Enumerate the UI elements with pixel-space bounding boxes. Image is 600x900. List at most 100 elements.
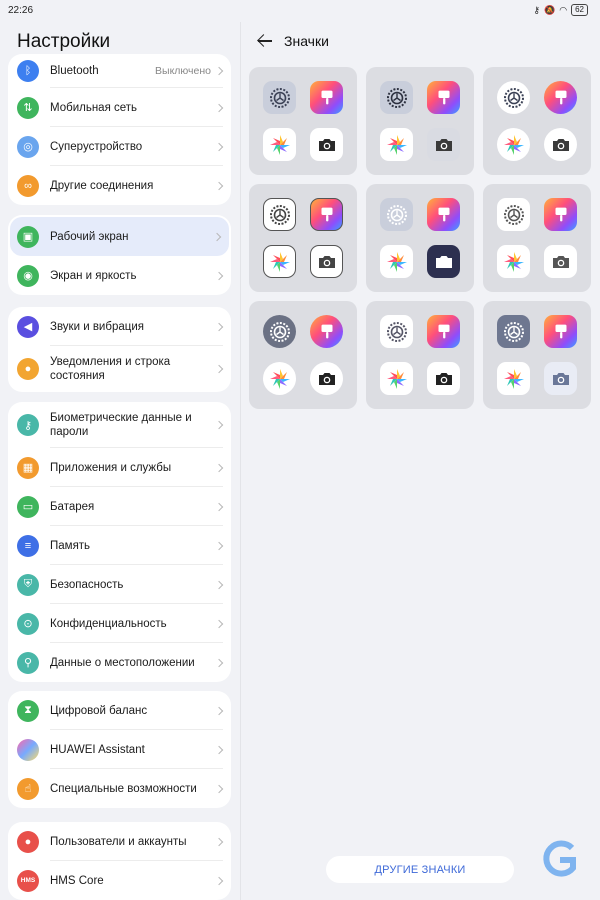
- chevron-right-icon: [214, 541, 224, 550]
- settings-item-label: Звуки и вибрация: [50, 320, 144, 333]
- storage-icon: ≡: [17, 534, 39, 557]
- camera-icon: [310, 362, 343, 395]
- settings-item-display-brightness[interactable]: ◉ Экран и яркость: [8, 256, 231, 295]
- themes-brush-icon: [544, 198, 577, 231]
- chevron-right-icon: [214, 322, 224, 331]
- chevron-right-icon: [214, 837, 224, 846]
- chevron-right-icon: [214, 420, 224, 430]
- chevron-right-icon: [214, 181, 224, 190]
- settings-item-hms-core[interactable]: HMS HMS Core: [8, 861, 231, 900]
- themes-brush-icon: [544, 315, 577, 348]
- camera-icon: [310, 128, 343, 161]
- chevron-right-icon: [214, 66, 224, 76]
- gallery-flower-icon: [263, 245, 296, 278]
- icon-theme-option[interactable]: [483, 301, 591, 409]
- settings-item-mobile-network[interactable]: ⇅ Мобильная сеть: [8, 88, 231, 127]
- settings-item-users-accounts[interactable]: ● Пользователи и аккаунты: [8, 822, 231, 861]
- camera-icon: [427, 362, 460, 395]
- settings-item-privacy[interactable]: ⊙ Конфиденциальность: [8, 604, 231, 643]
- settings-item-home-screen[interactable]: ▣ Рабочий экран: [10, 217, 229, 256]
- settings-item-label: Цифровой баланс: [50, 704, 148, 717]
- gallery-flower-icon: [497, 245, 530, 278]
- wifi-icon: ◠: [559, 4, 568, 15]
- themes-brush-icon: [310, 315, 343, 348]
- camera-icon: [544, 128, 577, 161]
- user-icon: ●: [17, 830, 39, 853]
- themes-brush-icon: [427, 81, 460, 114]
- hms-icon: HMS: [17, 869, 39, 892]
- settings-group-system: ⚷ Биометрические данные и пароли ▦ Прило…: [8, 402, 231, 682]
- status-icons: ⚷ 🔕 ◠ 62: [533, 4, 588, 16]
- icons-header: Значки: [256, 32, 329, 50]
- settings-item-bluetooth[interactable]: ᛒ Bluetooth Выключено: [8, 54, 231, 88]
- settings-group-wellbeing: ⧗ Цифровой баланс HUAWEI Assistant ☝ Спе…: [8, 691, 231, 808]
- icon-theme-option[interactable]: [366, 301, 474, 409]
- location-pin-icon: ⚲: [17, 651, 39, 674]
- super-device-icon: ◎: [17, 135, 39, 158]
- settings-item-other-connections[interactable]: ∞ Другие соединения: [8, 166, 231, 205]
- icon-theme-option[interactable]: [249, 184, 357, 292]
- settings-item-label: Рабочий экран: [50, 230, 129, 243]
- page-title: Настройки: [17, 31, 111, 52]
- settings-item-digital-balance[interactable]: ⧗ Цифровой баланс: [8, 691, 231, 730]
- settings-item-accessibility[interactable]: ☝ Специальные возможности: [8, 769, 231, 808]
- icon-theme-option[interactable]: [483, 184, 591, 292]
- gallery-flower-icon: [380, 362, 413, 395]
- settings-group-accounts: ● Пользователи и аккаунты HMS HMS Core: [8, 822, 231, 900]
- back-arrow-icon[interactable]: [256, 32, 274, 50]
- assistant-icon: [17, 738, 39, 761]
- settings-item-label: Экран и яркость: [50, 269, 137, 282]
- settings-item-label: Конфиденциальность: [50, 617, 167, 630]
- more-icons-button[interactable]: ДРУГИЕ ЗНАЧКИ: [326, 856, 514, 883]
- settings-gear-icon: [263, 315, 296, 348]
- settings-item-huawei-assistant[interactable]: HUAWEI Assistant: [8, 730, 231, 769]
- section-title: Значки: [284, 33, 329, 49]
- settings-group-connectivity: ᛒ Bluetooth Выключено ⇅ Мобильная сеть ◎…: [8, 54, 231, 205]
- gallery-flower-icon: [263, 128, 296, 161]
- settings-item-super-device[interactable]: ◎ Суперустройство: [8, 127, 231, 166]
- chevron-right-icon: [214, 658, 224, 667]
- icon-theme-option[interactable]: [249, 67, 357, 175]
- settings-item-label: Биометрические данные и пароли: [50, 412, 192, 438]
- gallery-flower-icon: [497, 128, 530, 161]
- icon-theme-option[interactable]: [483, 67, 591, 175]
- settings-gear-icon: [380, 81, 413, 114]
- themes-brush-icon: [544, 81, 577, 114]
- settings-item-sounds[interactable]: ◀ Звуки и вибрация: [8, 307, 231, 346]
- settings-gear-icon: [497, 198, 530, 231]
- settings-item-storage[interactable]: ≡ Память: [8, 526, 231, 565]
- settings-item-label: Суперустройство: [50, 140, 143, 153]
- chevron-right-icon: [214, 463, 224, 472]
- themes-brush-icon: [310, 198, 343, 231]
- settings-item-biometrics[interactable]: ⚷ Биометрические данные и пароли: [8, 402, 231, 448]
- privacy-icon: ⊙: [17, 612, 39, 635]
- settings-item-label: Данные о местоположении: [50, 656, 195, 669]
- settings-item-label: Специальные возможности: [50, 782, 197, 795]
- gallery-flower-icon: [497, 362, 530, 395]
- settings-item-apps[interactable]: ▦ Приложения и службы: [8, 448, 231, 487]
- gallery-flower-icon: [380, 128, 413, 161]
- settings-gear-icon: [380, 315, 413, 348]
- icon-theme-option[interactable]: [366, 67, 474, 175]
- settings-item-security[interactable]: ⛨ Безопасность: [8, 565, 231, 604]
- chevron-right-icon: [214, 745, 224, 754]
- chevron-right-icon: [214, 142, 224, 151]
- settings-item-location[interactable]: ⚲ Данные о местоположении: [8, 643, 231, 682]
- icon-theme-option[interactable]: [366, 184, 474, 292]
- gallery-flower-icon: [263, 362, 296, 395]
- settings-item-notifications[interactable]: ● Уведомления и строка состояния: [8, 346, 231, 392]
- chevron-right-icon: [212, 232, 222, 241]
- chevron-right-icon: [214, 580, 224, 589]
- settings-item-battery[interactable]: ▭ Батарея: [8, 487, 231, 526]
- icon-theme-option[interactable]: [249, 301, 357, 409]
- bluetooth-icon: ᛒ: [17, 60, 39, 82]
- gallery-flower-icon: [380, 245, 413, 278]
- camera-icon: [310, 245, 343, 278]
- settings-group-display: ▣ Рабочий экран ◉ Экран и яркость: [8, 215, 231, 295]
- key-icon: ⚷: [533, 4, 541, 15]
- camera-icon: [427, 245, 460, 278]
- settings-pane: Настройки ᛒ Bluetooth Выключено ⇅ Мобиль…: [0, 22, 240, 900]
- mobile-network-icon: ⇅: [17, 96, 39, 119]
- bluetooth-status: Выключено: [155, 65, 211, 77]
- settings-gear-icon: [497, 81, 530, 114]
